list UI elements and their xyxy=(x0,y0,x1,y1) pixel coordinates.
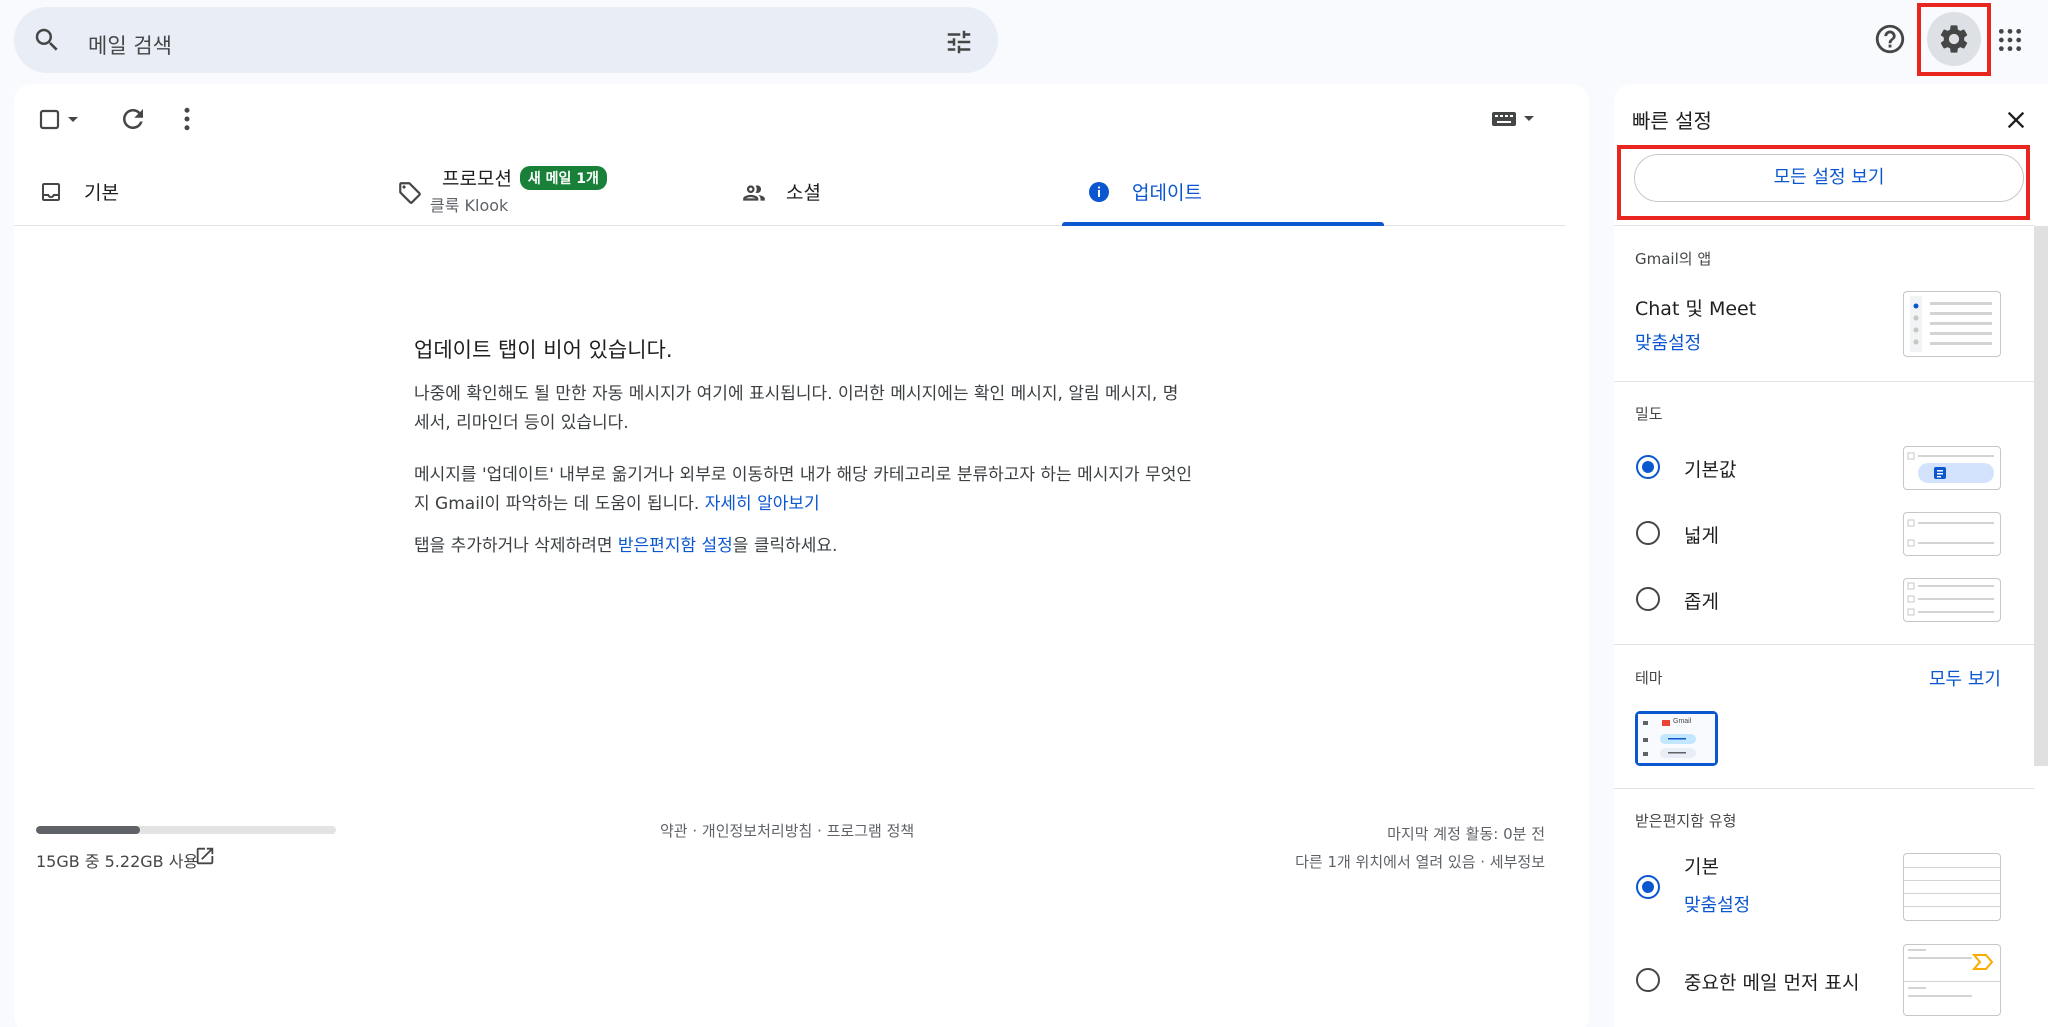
close-icon[interactable] xyxy=(2002,106,2030,134)
empty-description: 나중에 확인해도 될 만한 자동 메시지가 여기에 표시됩니다. 이러한 메시지… xyxy=(414,384,1179,433)
help-icon[interactable] xyxy=(1873,22,1907,56)
tab-primary[interactable]: 기본 xyxy=(14,156,358,226)
see-all-settings-highlight-box xyxy=(1617,145,2030,220)
tab-label: 업데이트 xyxy=(1132,182,1202,204)
theme-thumbnail[interactable]: Gmail xyxy=(1635,711,1718,766)
inbox-default-thumbnail xyxy=(1903,853,2001,921)
divider xyxy=(1614,225,2034,226)
select-all-checkbox[interactable] xyxy=(38,104,82,134)
divider xyxy=(1614,381,2034,382)
density-default-thumbnail xyxy=(1903,446,2001,490)
account-activity: 마지막 계정 활동: 0분 전 다른 1개 위치에서 열려 있음 · 세부정보 xyxy=(1295,820,1545,876)
quick-settings-title: 빠른 설정 xyxy=(1632,109,1712,133)
storage-usage-fill xyxy=(36,826,141,834)
chat-meet-label: Chat 및 Meet xyxy=(1635,298,1757,320)
tab-label: 프로모션 xyxy=(442,168,512,190)
inbox-important-first-label: 중요한 메일 먼저 표시 xyxy=(1684,972,1860,994)
settings-highlight-box xyxy=(1917,3,1991,76)
refresh-icon[interactable] xyxy=(118,104,148,134)
open-in-new-icon[interactable] xyxy=(194,845,216,867)
people-icon xyxy=(741,180,767,206)
tag-icon xyxy=(397,180,423,206)
tab-social[interactable]: 소셜 xyxy=(716,156,1046,226)
search-icon[interactable] xyxy=(32,25,62,55)
tab-label: 소셜 xyxy=(786,182,821,204)
tab-promotions[interactable]: 프로모션 새 메일 1개 xyxy=(372,156,702,226)
empty-description-2: 메시지를 '업데이트' 내부로 옮기거나 외부로 이동하면 내가 해당 카테고리… xyxy=(414,465,1192,514)
activity-details-link[interactable]: 다른 1개 위치에서 열려 있음 · 세부정보 xyxy=(1295,848,1545,876)
density-section-label: 밀도 xyxy=(1635,405,1663,423)
info-icon xyxy=(1087,180,1111,204)
footer-policy-links[interactable]: 약관 · 개인정보처리방침 · 프로그램 정책 xyxy=(660,820,914,841)
inbox-important-first-radio[interactable] xyxy=(1636,968,1660,992)
storage-usage-bar xyxy=(36,826,336,834)
search-bar[interactable]: 메일 검색 xyxy=(14,7,998,73)
scrollbar[interactable] xyxy=(2034,226,2048,766)
density-comfortable-radio[interactable] xyxy=(1636,521,1660,545)
apps-customize-link[interactable]: 맞춤설정 xyxy=(1635,329,1701,355)
inbox-settings-link[interactable]: 받은편지함 설정 xyxy=(618,536,733,556)
mail-main-panel: 기본 프로모션 새 메일 1개 소셜 업데이트 클룩 Klook 업데이트 탭이 … xyxy=(14,84,1589,1027)
empty-state: 업데이트 탭이 비어 있습니다. 나중에 확인해도 될 만한 자동 메시지가 여… xyxy=(414,334,1194,561)
search-options-icon[interactable] xyxy=(944,27,974,57)
density-option-label: 좁게 xyxy=(1684,591,1719,613)
density-default-radio[interactable] xyxy=(1636,455,1660,479)
inbox-important-thumbnail xyxy=(1903,944,2001,1016)
theme-thumb-label: Gmail xyxy=(1673,718,1692,725)
inbox-default-label: 기본 xyxy=(1684,856,1719,878)
search-input[interactable]: 메일 검색 xyxy=(88,30,172,60)
inbox-default-radio[interactable] xyxy=(1636,875,1660,899)
apps-thumbnail xyxy=(1903,291,2001,357)
promotions-sender: 클룩 Klook xyxy=(430,196,509,215)
divider xyxy=(1614,644,2034,645)
theme-section-label: 테마 xyxy=(1635,669,1663,687)
apps-grid-icon[interactable] xyxy=(1997,27,2023,53)
density-compact-thumbnail xyxy=(1903,578,2001,622)
empty-title: 업데이트 탭이 비어 있습니다. xyxy=(414,338,673,362)
inbox-customize-link[interactable]: 맞춤설정 xyxy=(1684,891,1750,917)
storage-usage-text: 15GB 중 5.22GB 사용 xyxy=(36,852,199,871)
input-tools-keyboard-icon[interactable] xyxy=(1490,104,1540,134)
learn-more-link[interactable]: 자세히 알아보기 xyxy=(705,494,820,514)
more-vert-icon[interactable] xyxy=(172,104,202,134)
quick-settings-panel: 빠른 설정 모든 설정 보기 Gmail의 앱 Chat 및 Meet 맞춤설정… xyxy=(1614,84,2048,1027)
empty-description-3: 탭을 추가하거나 삭제하려면 받은편지함 설정을 클릭하세요. xyxy=(414,536,838,556)
tab-label: 기본 xyxy=(84,182,119,204)
density-compact-radio[interactable] xyxy=(1636,587,1660,611)
density-option-label: 넓게 xyxy=(1684,525,1719,547)
last-activity-text: 마지막 계정 활동: 0분 전 xyxy=(1387,825,1545,843)
density-option-label: 기본값 xyxy=(1684,459,1737,481)
apps-section-label: Gmail의 앱 xyxy=(1635,250,1712,268)
tab-updates[interactable]: 업데이트 xyxy=(1062,156,1384,226)
active-tab-indicator xyxy=(1062,222,1384,226)
inbox-type-section-label: 받은편지함 유형 xyxy=(1635,812,1737,830)
new-mail-badge: 새 메일 1개 xyxy=(519,166,607,190)
divider xyxy=(1614,788,2034,789)
category-tabs: 기본 프로모션 새 메일 1개 소셜 업데이트 xyxy=(14,156,1566,226)
inbox-icon xyxy=(39,180,63,204)
density-comfortable-thumbnail xyxy=(1903,512,2001,556)
theme-view-all-link[interactable]: 모두 보기 xyxy=(1929,665,2001,691)
